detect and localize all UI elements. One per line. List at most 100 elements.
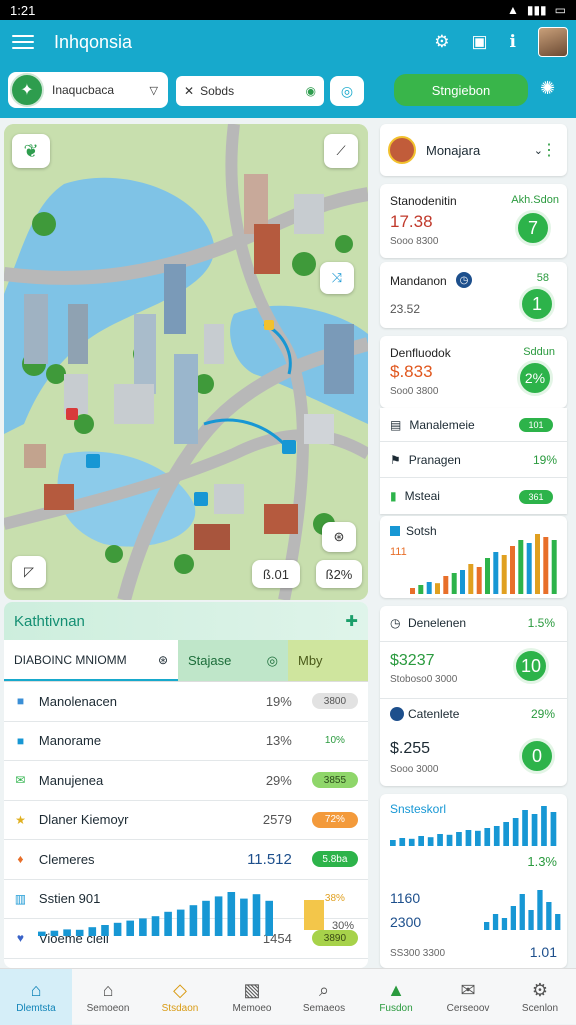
spark-bar (501, 918, 508, 930)
list-item-1[interactable]: ▤ Manalemeie 101 (380, 408, 567, 442)
badge-icon: ▲ (387, 979, 405, 1000)
pin-icon (390, 707, 404, 721)
table-row[interactable]: ★ Dlaner Kiemoyr 2579 72% (4, 801, 368, 840)
nav-alerts[interactable]: ◇ Stsdaon (144, 969, 216, 1025)
activity-bar-marker (304, 900, 324, 930)
list-item-2-badge: 19% (532, 452, 557, 467)
recenter-button[interactable]: ⊛ (322, 522, 356, 552)
spark-bar (510, 546, 515, 594)
row-badge: 10% (311, 732, 358, 749)
activity-header: Kathtivnan ✚ (4, 602, 368, 640)
square-icon (390, 526, 400, 536)
stat-card-1[interactable]: Stanodenitin 17.38 Sooo 8300 Akh.Sdon 7 (380, 184, 567, 258)
activity-extra-pct: 30% (332, 920, 355, 932)
nav-badge[interactable]: ▲ Fusdon (360, 969, 432, 1025)
row-pct: 19% (265, 693, 292, 709)
globe-icon: ✦ (10, 73, 44, 107)
nav-notes[interactable]: ▧ Memoeo (216, 969, 288, 1025)
ruler-icon: ⟋ (336, 143, 346, 158)
spark-bar (113, 922, 122, 936)
nav-inbox-label: Cerseoov (446, 1002, 490, 1014)
table-row[interactable]: ✉ Manujenea 29% 3855 (4, 761, 368, 801)
avatar[interactable] (538, 27, 568, 57)
spark-card[interactable]: Sotsh 111 (380, 516, 567, 598)
spark-bar (399, 838, 406, 846)
filter-button[interactable]: ◎ (330, 76, 364, 106)
summary-card[interactable]: Snsteskorl 1.3% 1160 2300 SS300 3300 1.0… (380, 794, 567, 968)
table-row[interactable]: ■ Manolenacen 19% 3800 (4, 682, 368, 722)
stat-2-circle: 1 (519, 286, 555, 322)
gear-icon[interactable]: ⚙ (434, 32, 449, 52)
spark-bar (176, 909, 185, 936)
spark-card-value: 111 (390, 546, 407, 558)
puzzle-icon[interactable]: ✚ (345, 612, 358, 630)
ruler-button[interactable]: ⟋ (324, 134, 358, 168)
nav-settings[interactable]: ⚙ Scenlon (504, 969, 576, 1025)
stat-3-title: Denfluodok (390, 346, 451, 360)
row-pct: 11.512 (247, 850, 292, 868)
layers-button[interactable]: ⤨ (320, 262, 354, 294)
spark-bar (202, 900, 210, 936)
stat-4-header: ◷ Denelenen 1.5% (380, 606, 567, 642)
bottom-nav: ⌂ Dlemtsta ⌂ Semoeon ◇ Stsdaon ▧ Memoeo ⌕ Sem… (0, 968, 576, 1025)
tab-more[interactable]: Mby (288, 640, 368, 681)
location-label: Inaqucbaca (52, 83, 115, 97)
stat-card-4[interactable]: ◷ Denelenen 1.5% $3237 Stoboso0 3000 10 … (380, 606, 567, 786)
location-select[interactable]: ✦ Inaqucbaca ▽ (8, 72, 168, 108)
mail-icon: ▮ (390, 489, 397, 503)
list-item-3[interactable]: ▮ Msteai 361 (380, 478, 567, 514)
profile-card[interactable]: Monajara ⌄ ⋮ (380, 124, 567, 176)
stat-4-circle: 10 (513, 648, 549, 684)
square-icon: ■ (16, 733, 25, 748)
leaf-button[interactable]: ❦ (12, 134, 50, 168)
nav-house[interactable]: ⌂ Semoeon (72, 969, 144, 1025)
compass-icon: ◸ (24, 564, 34, 579)
briefcase-icon[interactable]: ▣ (471, 32, 487, 52)
row-name: Clemeres (38, 851, 95, 867)
stat-1-tag: Akh.Sdon (511, 194, 559, 206)
spark-bar (456, 832, 462, 846)
stat-card-2[interactable]: Mandanon ◷ 23.52 58 1 (380, 262, 567, 328)
tab-overview-label: DIABOINC MNIOMM (14, 652, 127, 667)
stat-1-value: 17.38 (390, 212, 433, 231)
spark-bar (475, 830, 481, 846)
list-item-2[interactable]: ⚑ Pranagen 19% (380, 442, 567, 478)
inbox-icon: ✉ (460, 979, 476, 1000)
menu-icon[interactable] (12, 35, 34, 49)
stat-card-3[interactable]: Denfluodok $.833 Soo0 3800 Sddun 2% (380, 336, 567, 408)
search-label: Sobds (200, 84, 235, 98)
compass-button[interactable]: ◸ (12, 556, 46, 588)
loading-icon[interactable]: ✺ (540, 78, 555, 99)
map-view[interactable]: ❦ ⟋ ⤨ ◸ ⊛ ß.01 ß2% (4, 124, 368, 600)
close-icon[interactable]: ✕ (184, 84, 194, 98)
locate-icon[interactable]: ◉ (306, 84, 316, 98)
stat-2-sub: 23.52 (390, 302, 421, 316)
stat-3-tag: Sddun (523, 346, 555, 358)
start-button[interactable]: Stngiebon (394, 74, 528, 106)
nav-search[interactable]: ⌕ Semaeos (288, 969, 360, 1025)
nav-home[interactable]: ⌂ Dlemtsta (0, 969, 72, 1025)
search-field[interactable]: ✕ Sobds ◉ (176, 76, 324, 106)
nav-inbox[interactable]: ✉ Cerseoov (432, 969, 504, 1025)
settings-icon: ⚙ (531, 979, 549, 1000)
wifi-icon: ▮▮▮ (526, 3, 547, 17)
stat-5-header: Catenlete 29% (380, 698, 567, 734)
tab-overview[interactable]: DIABOINC MNIOMM ⊛ (4, 640, 178, 681)
spark-bar (460, 570, 465, 594)
table-row[interactable]: ♦ Clemeres 11.512 5.8ba (4, 840, 368, 880)
spark-bar (522, 810, 528, 846)
tab-status[interactable]: Stajase ◎ (178, 640, 288, 681)
spark-bar (151, 916, 160, 936)
more-icon[interactable]: ⋮ (541, 140, 557, 160)
table-row[interactable]: ■ Manorame 13% 10% (4, 722, 368, 761)
spark-bar (501, 555, 507, 594)
spark-bar (410, 588, 415, 594)
spark-bar (435, 583, 440, 594)
row-badge: 72% (311, 811, 358, 828)
spark-bar (465, 830, 472, 846)
list-item-3-label: Msteai (404, 489, 440, 503)
spark-bar (528, 910, 534, 930)
status-time: 1:21 (10, 2, 36, 18)
info-icon[interactable]: ℹ (510, 32, 516, 52)
row-name: Manorame (38, 733, 102, 749)
